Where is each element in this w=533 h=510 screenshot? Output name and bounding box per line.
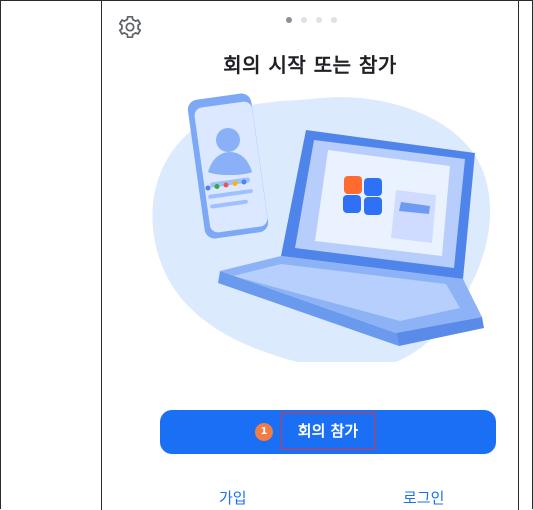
- join-meeting-label: 회의 참가: [297, 422, 359, 440]
- page-dot-1: [286, 17, 292, 23]
- sign-up-link[interactable]: 가입: [219, 487, 247, 508]
- join-or-start-screen: 회의 시작 또는 참가 1 회의 참가 가입 로그인: [0, 0, 533, 510]
- step-badge: 1: [255, 423, 273, 441]
- page-dot-3: [316, 17, 322, 23]
- page-dot-2: [301, 17, 307, 23]
- gear-icon[interactable]: [117, 14, 143, 40]
- sign-in-link[interactable]: 로그인: [403, 487, 444, 508]
- meeting-illustration: [152, 93, 491, 362]
- page-title: 회의 시작 또는 참가: [223, 53, 397, 77]
- page-indicator: [286, 17, 337, 23]
- page-dot-4: [331, 17, 337, 23]
